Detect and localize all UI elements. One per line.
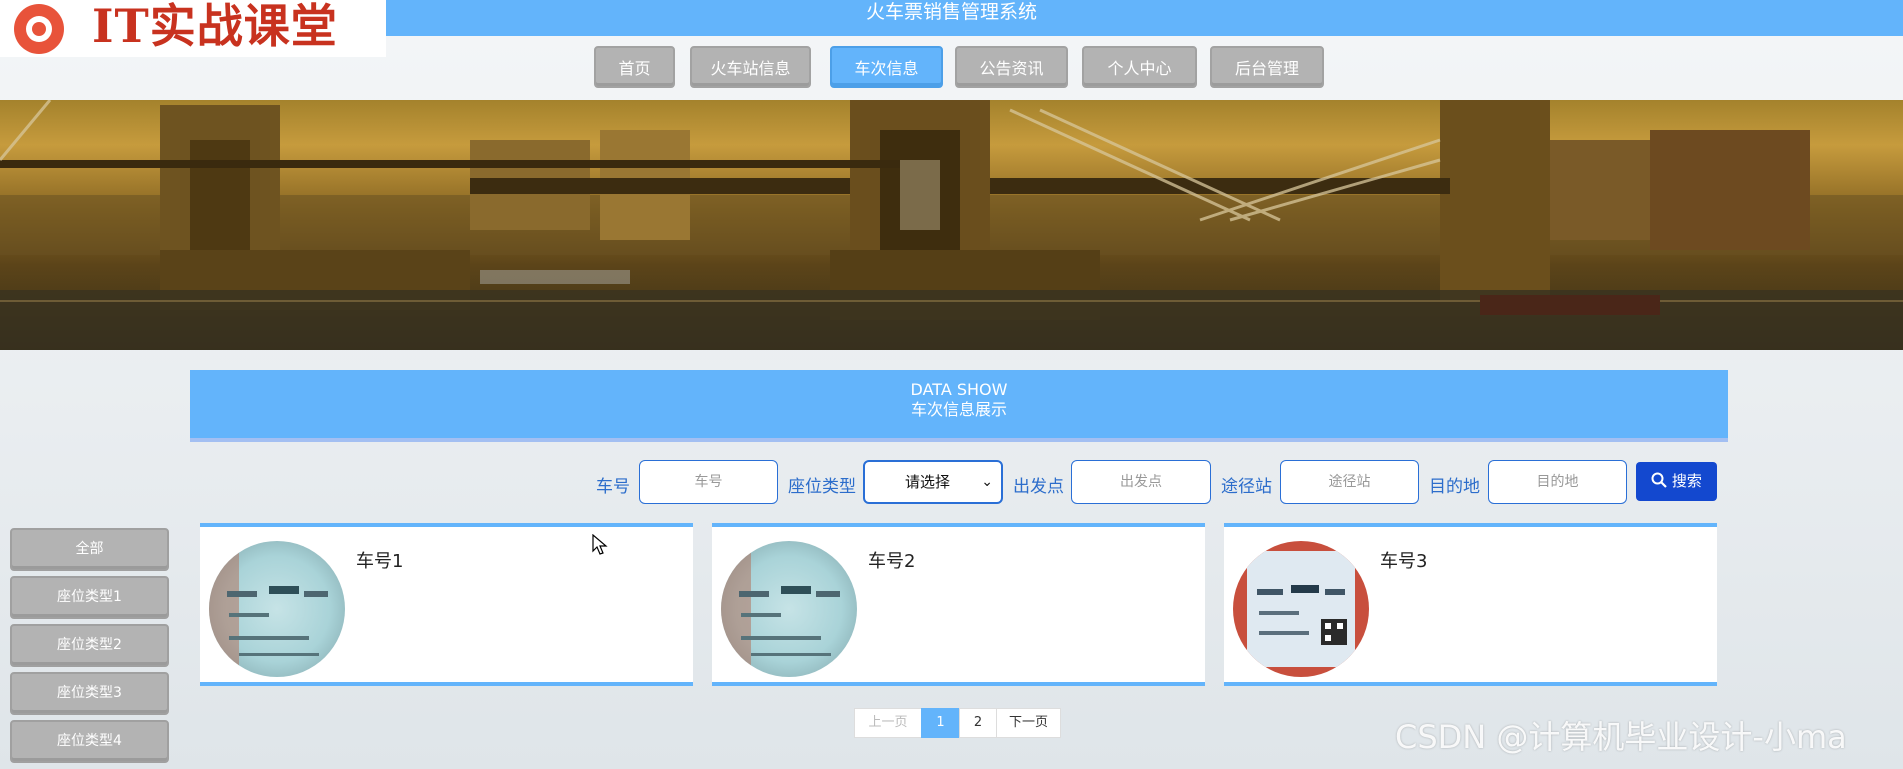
train-card[interactable]: 车号1 [200,523,693,686]
seat-type-select[interactable]: 请选择 ⌄ [863,460,1003,504]
main-nav: 首页 火车站信息 车次信息 公告资讯 个人中心 后台管理 [0,46,1903,90]
bridge-illustration [0,100,1903,350]
category-seat-type-3[interactable]: 座位类型3 [10,672,169,715]
ticket-photo [209,541,345,677]
search-icon [1651,472,1667,488]
train-card[interactable]: 车号2 [712,523,1205,686]
chevron-down-icon: ⌄ [981,474,993,490]
next-page-button[interactable]: 下一页 [996,708,1061,738]
search-button-label: 搜索 [1671,472,1702,490]
nav-announcements[interactable]: 公告资讯 [955,46,1068,88]
page-button-2[interactable]: 2 [959,708,997,738]
search-bar: 车号 座位类型 请选择 ⌄ 出发点 途径站 目的地 搜索 [0,460,1903,504]
watermark: CSDN @计算机毕业设计-小ma [1395,718,1847,756]
train-card-title: 车号2 [868,551,916,572]
departure-label: 出发点 [1013,477,1064,497]
train-card-title: 车号3 [1380,551,1428,572]
nav-home[interactable]: 首页 [594,46,675,88]
train-no-input[interactable] [639,460,778,504]
section-header: DATA SHOW 车次信息展示 [190,370,1728,442]
category-all[interactable]: 全部 [10,528,169,571]
prev-page-button[interactable]: 上一页 [854,708,922,738]
train-card-title: 车号1 [356,551,404,572]
category-seat-type-4[interactable]: 座位类型4 [10,720,169,763]
nav-admin[interactable]: 后台管理 [1210,46,1324,88]
ticket-photo [721,541,857,677]
mouse-cursor-icon [592,534,608,555]
ticket-photo [1233,541,1369,677]
train-card[interactable]: 车号3 [1224,523,1717,686]
section-title-cn: 车次信息展示 [910,400,1007,419]
banner-image [0,100,1903,350]
seat-type-selected: 请选择 [905,473,951,491]
train-no-label: 车号 [596,477,630,497]
search-button[interactable]: 搜索 [1636,462,1717,501]
nav-train-info[interactable]: 车次信息 [830,46,943,88]
nav-personal-center[interactable]: 个人中心 [1082,46,1197,88]
page-button-1[interactable]: 1 [921,708,960,738]
departure-input[interactable] [1071,460,1211,504]
nav-station-info[interactable]: 火车站信息 [690,46,811,88]
via-label: 途径站 [1221,477,1272,497]
destination-label: 目的地 [1429,477,1480,497]
category-seat-type-1[interactable]: 座位类型1 [10,576,169,619]
category-seat-type-2[interactable]: 座位类型2 [10,624,169,667]
destination-input[interactable] [1488,460,1627,504]
via-input[interactable] [1280,460,1419,504]
section-title-en: DATA SHOW [910,380,1008,399]
seat-type-label: 座位类型 [788,477,856,497]
